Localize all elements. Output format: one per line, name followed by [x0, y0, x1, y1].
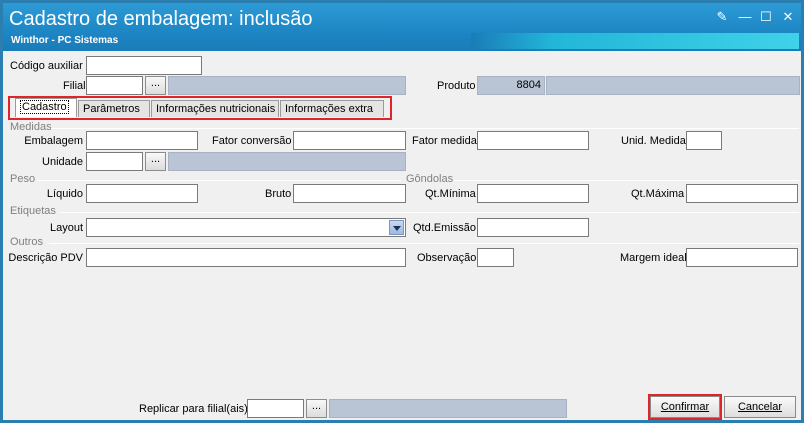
- title-bar[interactable]: Cadastro de embalagem: inclusão Winthor …: [3, 3, 801, 51]
- edit-icon[interactable]: ✎: [715, 10, 729, 24]
- replicar-lookup-button[interactable]: ...: [306, 399, 327, 418]
- etiquetas-separator: [59, 212, 799, 213]
- fator-medida-input[interactable]: [477, 131, 589, 150]
- minimize-button[interactable]: —: [738, 10, 752, 24]
- etiquetas-section: Etiquetas: [10, 205, 56, 217]
- liquido-label: Líquido: [46, 188, 83, 200]
- title-decoration: [471, 33, 799, 49]
- embalagem-label: Embalagem: [24, 135, 83, 147]
- produto-description: [546, 76, 800, 95]
- fator-conversao-label: Fator conversão: [212, 135, 292, 147]
- medidas-section: Medidas: [10, 121, 52, 133]
- produto-label: Produto: [437, 80, 476, 92]
- main-window: Cadastro de embalagem: inclusão Winthor …: [0, 0, 804, 423]
- qt-maxima-label: Qt.Máxima: [631, 188, 685, 200]
- qt-maxima-input[interactable]: [686, 184, 798, 203]
- filial-description: [168, 76, 406, 95]
- qt-minima-label: Qt.Mínima: [425, 188, 476, 200]
- unidade-lookup-button[interactable]: ...: [145, 152, 166, 171]
- peso-separator: [37, 180, 401, 181]
- filial-label: Filial: [63, 80, 86, 92]
- qtd-emissao-input[interactable]: [477, 218, 589, 237]
- observacao-label: Observação: [417, 252, 477, 264]
- cancelar-label: Cancelar: [737, 401, 783, 413]
- bruto-label: Bruto: [265, 188, 292, 200]
- unid-medida-label: Unid. Medida: [621, 135, 686, 147]
- form-content: Código auxiliar Filial ... Produto 8804 …: [3, 51, 801, 420]
- chevron-down-icon[interactable]: [389, 220, 404, 235]
- gondolas-section: Gôndolas: [406, 173, 454, 185]
- layout-select[interactable]: [86, 218, 406, 237]
- confirmar-highlight: [648, 394, 722, 420]
- layout-label: Layout: [49, 222, 83, 234]
- margem-ideal-label: Margem ideal: [620, 252, 687, 264]
- outros-section: Outros: [10, 236, 44, 248]
- close-button[interactable]: ✕: [781, 10, 795, 24]
- replicar-input[interactable]: [247, 399, 304, 418]
- qt-minima-input[interactable]: [477, 184, 589, 203]
- filial-input[interactable]: [86, 76, 143, 95]
- gondolas-separator: [454, 180, 799, 181]
- unid-medida-input[interactable]: [686, 131, 722, 150]
- replicar-label: Replicar para filial(ais): [139, 403, 248, 415]
- observacao-input[interactable]: [477, 248, 514, 267]
- filial-lookup-button[interactable]: ...: [145, 76, 166, 95]
- tabs-highlight: [8, 96, 392, 120]
- margem-ideal-input[interactable]: [686, 248, 798, 267]
- descricao-pdv-input[interactable]: [86, 248, 406, 267]
- qtd-emissao-label: Qtd.Emissão: [413, 222, 476, 234]
- cancelar-button[interactable]: Cancelar: [724, 396, 796, 418]
- unidade-label: Unidade: [42, 156, 83, 168]
- outros-separator: [49, 243, 799, 244]
- codigo-auxiliar-label: Código auxiliar: [10, 60, 83, 72]
- embalagem-input[interactable]: [86, 131, 198, 150]
- produto-code: 8804: [477, 76, 545, 95]
- liquido-input[interactable]: [86, 184, 198, 203]
- unidade-input[interactable]: [86, 152, 143, 171]
- fator-medida-label: Fator medida: [412, 135, 477, 147]
- unidade-description: [168, 152, 406, 171]
- medidas-separator: [51, 128, 799, 129]
- bruto-input[interactable]: [293, 184, 406, 203]
- fator-conversao-input[interactable]: [293, 131, 406, 150]
- window-subtitle: Winthor - PC Sistemas: [11, 35, 119, 46]
- descricao-pdv-label: Descrição PDV: [8, 252, 83, 264]
- peso-section: Peso: [10, 173, 36, 185]
- codigo-auxiliar-input[interactable]: [86, 56, 202, 75]
- replicar-description: [329, 399, 567, 418]
- window-title: Cadastro de embalagem: inclusão: [9, 8, 313, 30]
- maximize-button[interactable]: ☐: [759, 10, 773, 24]
